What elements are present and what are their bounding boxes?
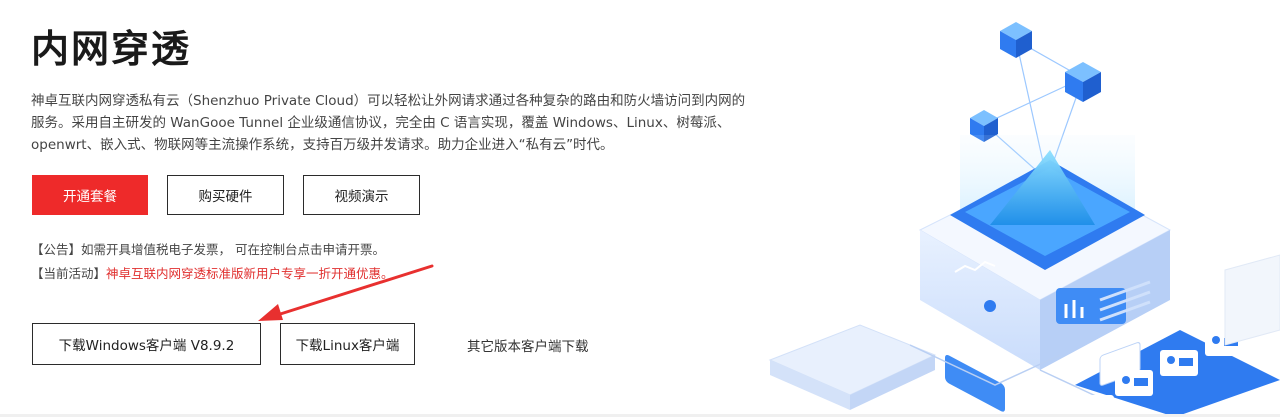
buy-hardware-button[interactable]: 购买硬件	[167, 175, 284, 215]
download-linux-button[interactable]: 下载Linux客户端	[280, 323, 415, 365]
other-versions-link[interactable]: 其它版本客户端下载	[467, 335, 589, 355]
activity-label: 【当前活动】	[31, 266, 107, 281]
cube-icon	[1000, 22, 1032, 58]
download-windows-button[interactable]: 下载Windows客户端 V8.9.2	[32, 323, 261, 365]
annotation-arrow-icon	[258, 264, 434, 321]
page-title: 内网穿透	[31, 27, 192, 71]
subscribe-button[interactable]: 开通套餐	[32, 175, 148, 215]
product-description: 神卓互联内网穿透私有云（Shenzhuo Private Cloud）可以轻松让…	[31, 93, 746, 153]
video-demo-button[interactable]: 视频演示	[303, 175, 420, 215]
cloud-server-illustration	[768, 22, 1280, 417]
announcement-notice: 【公告】如需开具增值税电子发票， 可在控制台点击申请开票。	[31, 242, 385, 257]
